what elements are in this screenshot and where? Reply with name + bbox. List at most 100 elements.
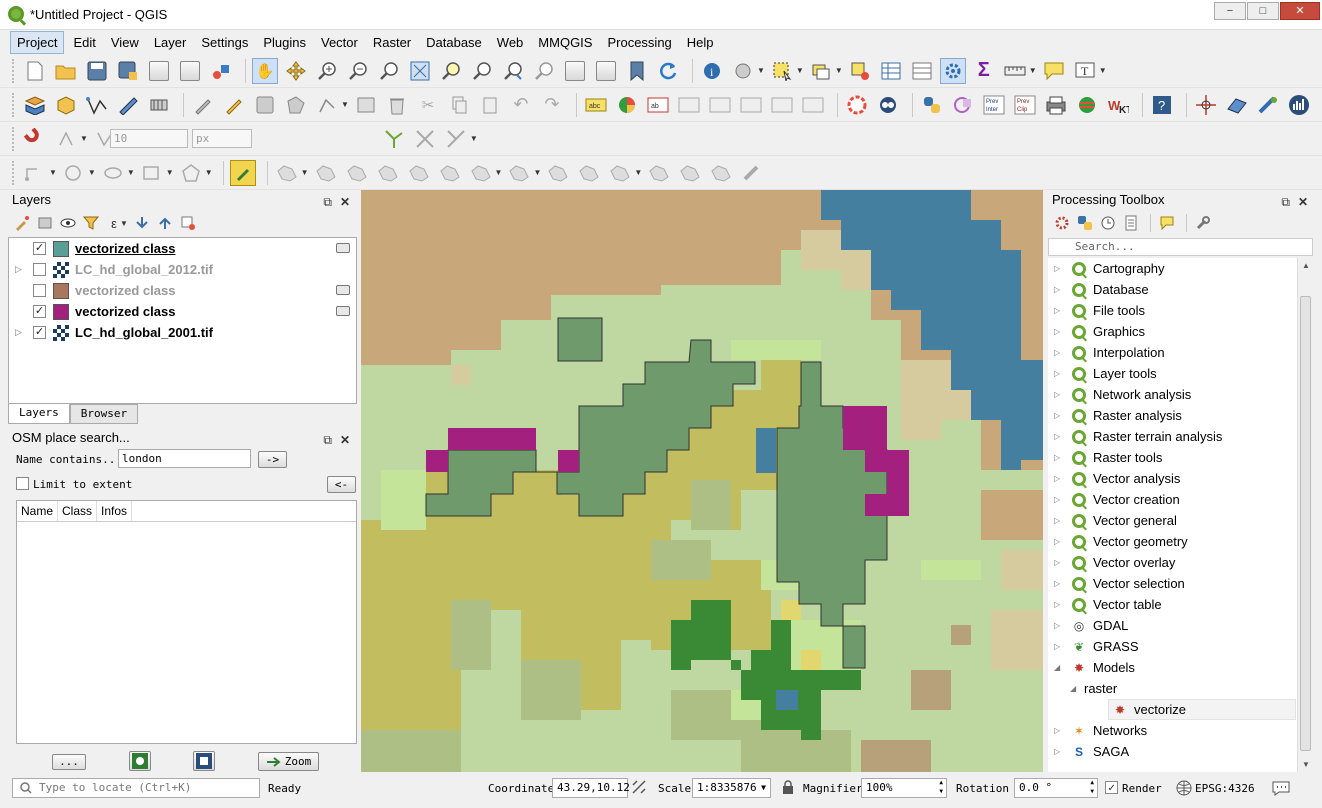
- maximize-button[interactable]: □: [1247, 2, 1279, 20]
- modify-attributes-icon[interactable]: [353, 92, 379, 118]
- delete-part-icon[interactable]: [506, 160, 532, 186]
- lock-scale-icon[interactable]: [782, 780, 794, 798]
- vertex-tool-icon[interactable]: [314, 92, 340, 118]
- scale-combobox[interactable]: 1:8335876 ▼: [692, 778, 771, 798]
- zoom-last-icon[interactable]: [500, 58, 526, 84]
- expand-arrow-icon[interactable]: ▷: [15, 264, 27, 275]
- memory-layer-icon[interactable]: [336, 243, 350, 253]
- open-layer-styling-icon[interactable]: [12, 213, 32, 233]
- zoom-next-icon[interactable]: [531, 58, 557, 84]
- undock-icon[interactable]: ⧉: [323, 430, 332, 450]
- pan-to-selection-icon[interactable]: [283, 58, 309, 84]
- new-bookmark-icon[interactable]: [624, 58, 650, 84]
- layer-visibility-checkbox[interactable]: ✓: [33, 242, 46, 255]
- tree-item-gdal[interactable]: ▷ ◎ GDAL: [1048, 615, 1297, 636]
- column-header-name[interactable]: Name: [17, 501, 59, 521]
- undock-icon[interactable]: ⧉: [323, 192, 332, 212]
- refresh-icon[interactable]: [655, 58, 681, 84]
- add-regular-polygon-icon[interactable]: [178, 160, 204, 186]
- expand-arrow-icon[interactable]: ▷: [1054, 348, 1068, 357]
- tree-item-vectorize-model[interactable]: ✸ vectorize: [1108, 699, 1296, 720]
- scripts-python-icon[interactable]: [1075, 213, 1095, 233]
- plugin-circle-icon[interactable]: [950, 92, 976, 118]
- merge-selected-icon[interactable]: [677, 160, 703, 186]
- delete-selected-icon[interactable]: [384, 92, 410, 118]
- show-hide-labels-icon[interactable]: [707, 92, 733, 118]
- expand-arrow-icon[interactable]: ▷: [1054, 306, 1068, 315]
- snapping-intersection-icon[interactable]: [412, 126, 438, 152]
- add-group-icon[interactable]: [35, 213, 55, 233]
- memory-layer-icon[interactable]: [336, 306, 350, 316]
- vector-digitize-icon[interactable]: [84, 92, 110, 118]
- menu-processing[interactable]: Processing: [601, 32, 677, 53]
- toggle-editing-icon[interactable]: [221, 92, 247, 118]
- layer-row[interactable]: ▷ ✓ LC_hd_global_2001.tif: [9, 322, 356, 343]
- menu-settings[interactable]: Settings: [195, 32, 254, 53]
- zoom-to-layer-icon[interactable]: [469, 58, 495, 84]
- menu-plugins[interactable]: Plugins: [257, 32, 312, 53]
- history-clock-icon[interactable]: [1098, 213, 1118, 233]
- snapping-tolerance-input[interactable]: 10: [110, 129, 188, 148]
- plugin-chart-icon[interactable]: [1286, 92, 1312, 118]
- add-circular-string-icon[interactable]: [22, 160, 48, 186]
- zoom-native-icon[interactable]: [376, 58, 402, 84]
- memory-layer-icon[interactable]: [336, 285, 350, 295]
- expand-arrow-icon[interactable]: ▷: [1054, 369, 1068, 378]
- zoom-button[interactable]: Zoom: [258, 752, 319, 771]
- expand-arrow-icon[interactable]: ▷: [1054, 390, 1068, 399]
- place-name-input[interactable]: london: [118, 449, 251, 468]
- simplify-feature-icon[interactable]: [344, 160, 370, 186]
- coordinate-field[interactable]: 43.29,10.12: [552, 778, 630, 798]
- highlight-pinned-labels-icon[interactable]: ab: [645, 92, 671, 118]
- pin-labels-icon[interactable]: [676, 92, 702, 118]
- tab-layers[interactable]: Layers: [8, 404, 70, 424]
- filter-legend-icon[interactable]: [81, 213, 101, 233]
- expand-arrow-icon[interactable]: ▷: [1054, 327, 1068, 336]
- merge-attributes-icon[interactable]: [708, 160, 734, 186]
- processing-search-input[interactable]: Search...: [1048, 238, 1313, 256]
- tree-item-file-tools[interactable]: ▷ File tools: [1048, 300, 1297, 321]
- select-by-value-icon[interactable]: [808, 58, 834, 84]
- expand-arrow-icon[interactable]: ▷: [1054, 642, 1068, 651]
- zoom-to-selection-icon[interactable]: [438, 58, 464, 84]
- data-source-manager-icon[interactable]: [22, 92, 48, 118]
- rotation-spinbox[interactable]: 0.0 ° ▲ ▼: [1014, 778, 1098, 798]
- tree-item-raster-terrain-analysis[interactable]: ▷ Raster terrain analysis: [1048, 426, 1297, 447]
- menu-help[interactable]: Help: [681, 32, 720, 53]
- layer-visibility-checkbox[interactable]: [33, 263, 46, 276]
- identify-features-icon[interactable]: i: [699, 58, 725, 84]
- layer-row[interactable]: ▷ LC_hd_global_2012.tif: [9, 259, 356, 280]
- remove-layer-icon[interactable]: [178, 213, 198, 233]
- close-panel-icon[interactable]: ✕: [1298, 192, 1308, 212]
- snapping-magnet-icon[interactable]: [22, 126, 48, 152]
- tree-item-vector-overlay[interactable]: ▷ Vector overlay: [1048, 552, 1297, 573]
- map-canvas[interactable]: [361, 190, 1043, 772]
- tree-item-network-analysis[interactable]: ▷ Network analysis: [1048, 384, 1297, 405]
- new-geopackage-layer-icon[interactable]: [53, 92, 79, 118]
- new-map-view-icon[interactable]: [562, 58, 588, 84]
- models-gear-icon[interactable]: [1052, 213, 1072, 233]
- expand-arrow-icon[interactable]: ◢: [1054, 663, 1068, 672]
- expand-arrow-icon[interactable]: ▷: [15, 327, 27, 338]
- undo-icon[interactable]: ↶: [508, 92, 534, 118]
- tree-item-vector-table[interactable]: ▷ Vector table: [1048, 594, 1297, 615]
- split-features-icon[interactable]: [607, 160, 633, 186]
- tree-item-models-raster[interactable]: ◢ raster: [1048, 678, 1297, 699]
- layer-visibility-checkbox[interactable]: ✓: [33, 305, 46, 318]
- run-feature-action-icon[interactable]: [730, 58, 756, 84]
- expand-arrow-icon[interactable]: ▷: [1054, 579, 1068, 588]
- snapping-units-select[interactable]: px: [192, 129, 252, 148]
- delete-ring-icon[interactable]: [468, 160, 494, 186]
- zoom-out-icon[interactable]: [345, 58, 371, 84]
- expand-arrow-icon[interactable]: ▷: [1054, 495, 1068, 504]
- menu-mmqgis[interactable]: MMQGIS: [532, 32, 598, 53]
- expand-all-icon[interactable]: [132, 213, 152, 233]
- undock-icon[interactable]: ⧉: [1281, 192, 1290, 212]
- expand-arrow-icon[interactable]: ▷: [1054, 453, 1068, 462]
- open-attribute-table-icon[interactable]: [878, 58, 904, 84]
- limit-to-extent-checkbox[interactable]: [16, 477, 29, 490]
- scroll-thumb[interactable]: [1300, 296, 1311, 751]
- save-project-icon[interactable]: [84, 58, 110, 84]
- tree-item-vector-creation[interactable]: ▷ Vector creation: [1048, 489, 1297, 510]
- snapping-type-icon[interactable]: [53, 126, 79, 152]
